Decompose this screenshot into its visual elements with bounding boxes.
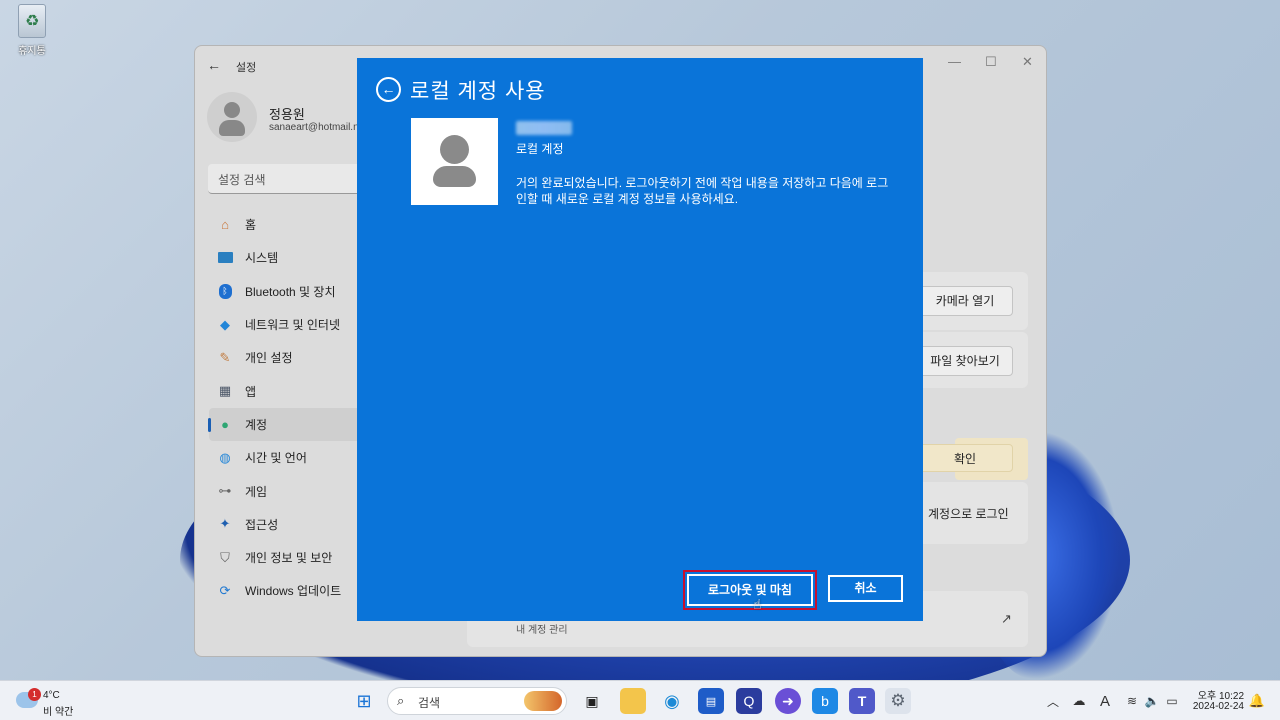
accessibility-icon: ✦ — [217, 516, 233, 532]
back-circle-icon[interactable]: ← — [376, 77, 401, 102]
manage-account-text: 내 계정 관리 — [516, 621, 568, 636]
monitor-icon — [217, 250, 233, 266]
bing-icon[interactable]: b — [812, 688, 838, 714]
wifi-icon: ◆ — [217, 317, 233, 333]
notification-bell-icon[interactable]: 🔔 — [1244, 688, 1270, 714]
quick-assist-icon[interactable]: ➜ — [775, 688, 801, 714]
search-icon: ⌕ — [397, 693, 404, 709]
sidebar-nav: ⌂ 홈 시스템 ᛒ Bluetooth 및 장치 ◆ 네트워크 및 인터넷 ✎ … — [209, 208, 379, 608]
sidebar-item-label: 시스템 — [245, 249, 278, 266]
store-icon[interactable]: ▤ — [698, 688, 724, 714]
sidebar-item-label: 게임 — [245, 483, 267, 500]
update-icon: ⟳ — [217, 583, 233, 599]
blurred-username — [516, 121, 572, 135]
user-profile: 정용원 sanaeart@hotmail.n — [207, 92, 377, 142]
minimize-icon[interactable]: — — [948, 54, 961, 69]
home-icon: ⌂ — [217, 217, 233, 233]
chevron-up-icon[interactable]: ︿ — [1040, 688, 1066, 714]
settings-gear-icon[interactable]: ⚙ — [885, 688, 911, 714]
sidebar-item-label: Windows 업데이트 — [245, 582, 341, 599]
weather-temp: 4°C — [43, 690, 60, 701]
sidebar-item-system[interactable]: 시스템 — [209, 241, 379, 274]
globe-clock-icon: ◍ — [217, 450, 233, 466]
sidebar-item-label: 시간 및 언어 — [245, 449, 307, 466]
dialog-title: 로컬 계정 사용 — [410, 75, 546, 105]
sidebar-item-label: 홈 — [245, 216, 256, 233]
settings-search-input[interactable]: 설정 검색 — [208, 164, 378, 194]
sidebar-item-label: 개인 정보 및 보안 — [245, 549, 332, 566]
sign-out-and-finish-button[interactable]: 로그아웃 및 마침 — [687, 574, 813, 606]
recycle-bin-label: 휴지통 — [10, 42, 54, 57]
recycle-bin-icon — [18, 4, 46, 38]
sidebar-item-time-language[interactable]: ◍ 시간 및 언어 — [209, 441, 379, 474]
close-icon[interactable]: ✕ — [1022, 54, 1033, 70]
sidebar-item-label: 계정 — [245, 416, 267, 433]
clock-time[interactable]: 오후 10:22 — [1186, 687, 1244, 702]
open-camera-button[interactable]: 카메라 열기 — [917, 286, 1013, 316]
shield-icon: ⛉ — [217, 550, 233, 566]
weather-condition: 비 약간 — [43, 703, 73, 718]
account-avatar — [411, 118, 498, 205]
sidebar-item-label: Bluetooth 및 장치 — [245, 283, 336, 300]
gamepad-icon: ⊶ — [217, 483, 233, 499]
search-app-icon[interactable]: Q — [736, 688, 762, 714]
sidebar-item-label: 네트워크 및 인터넷 — [245, 316, 340, 333]
maximize-icon[interactable]: ☐ — [985, 54, 997, 70]
weather-widget[interactable]: 1 4°C 비 약간 — [16, 688, 96, 716]
window-title: 설정 — [236, 59, 256, 75]
sidebar-item-network[interactable]: ◆ 네트워크 및 인터넷 — [209, 308, 379, 341]
dialog-message: 거의 완료되었습니다. 로그아웃하기 전에 작업 내용을 저장하고 다음에 로그… — [516, 175, 896, 207]
signin-link[interactable]: 계정으로 로그인 — [928, 505, 1009, 522]
brush-icon: ✎ — [217, 350, 233, 366]
local-account-dialog: ← 로컬 계정 사용 로컬 계정 거의 완료되었습니다. 로그아웃하기 전에 작… — [357, 58, 923, 621]
mouse-cursor-icon: ☝ — [753, 596, 762, 613]
browse-files-button[interactable]: 파일 찾아보기 — [917, 346, 1013, 376]
sidebar-item-label: 앱 — [245, 383, 256, 400]
battery-icon[interactable]: ▭ — [1159, 688, 1185, 714]
sidebar-item-gaming[interactable]: ⊶ 게임 — [209, 474, 379, 507]
sidebar-item-accessibility[interactable]: ✦ 접근성 — [209, 508, 379, 541]
cancel-button[interactable]: 취소 — [828, 575, 903, 602]
external-link-icon[interactable]: ↗ — [1001, 611, 1012, 627]
clock-date[interactable]: 2024-02-24 — [1186, 701, 1244, 712]
edge-icon[interactable]: ◉ — [659, 688, 685, 714]
notification-badge: 1 — [28, 688, 41, 701]
file-explorer-icon[interactable] — [620, 688, 646, 714]
account-icon: ● — [217, 416, 233, 432]
user-name: 정용원 — [269, 104, 305, 123]
sidebar-item-apps[interactable]: ▦ 앱 — [209, 374, 379, 407]
sidebar-item-bluetooth[interactable]: ᛒ Bluetooth 및 장치 — [209, 275, 379, 308]
recycle-bin[interactable]: 휴지통 — [10, 4, 54, 57]
user-email: sanaeart@hotmail.n — [269, 122, 359, 133]
taskbar: 1 4°C 비 약간 ⊞ ⌕ 검색 ▣ ◉ ▤ Q ➜ b T ⚙ ︿ ☁ A … — [0, 680, 1280, 720]
teams-icon[interactable]: T — [849, 688, 875, 714]
sidebar-item-personalization[interactable]: ✎ 개인 설정 — [209, 341, 379, 374]
sidebar-item-privacy[interactable]: ⛉ 개인 정보 및 보안 — [209, 541, 379, 574]
back-arrow-icon[interactable]: ← — [207, 57, 221, 73]
task-view-icon[interactable]: ▣ — [579, 688, 605, 714]
onedrive-icon[interactable]: ☁ — [1066, 688, 1092, 714]
start-icon[interactable]: ⊞ — [351, 688, 377, 714]
sidebar-item-home[interactable]: ⌂ 홈 — [209, 208, 379, 241]
bluetooth-icon: ᛒ — [217, 283, 233, 299]
account-type: 로컬 계정 — [516, 140, 564, 157]
sidebar-item-accounts[interactable]: ● 계정 — [209, 408, 379, 441]
apps-icon: ▦ — [217, 383, 233, 399]
confirm-button[interactable]: 확인 — [917, 444, 1013, 472]
sidebar-item-windows-update[interactable]: ⟳ Windows 업데이트 — [209, 574, 379, 607]
sidebar-item-label: 개인 설정 — [245, 349, 293, 366]
sidebar-item-label: 접근성 — [245, 516, 278, 533]
search-label: 검색 — [418, 696, 440, 710]
ime-indicator[interactable]: A — [1092, 688, 1118, 714]
search-highlight-icon — [524, 691, 562, 711]
taskbar-search[interactable]: ⌕ 검색 — [387, 687, 567, 715]
avatar — [207, 92, 257, 142]
